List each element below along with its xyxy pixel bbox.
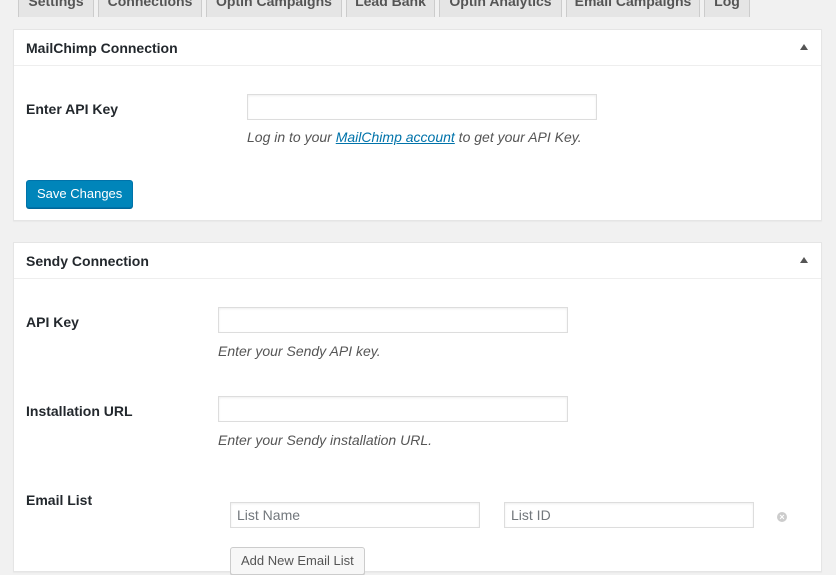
mailchimp-api-key-input[interactable] (247, 94, 597, 120)
sendy-api-key-description: Enter your Sendy API key. (218, 343, 381, 359)
panel-title: Sendy Connection (26, 253, 149, 269)
api-key-label: Enter API Key (26, 101, 119, 117)
api-key-description: Log in to your MailChimp account to get … (247, 129, 582, 145)
installation-url-description: Enter your Sendy installation URL. (218, 432, 432, 448)
sendy-connection-panel: Sendy Connection API Key Enter your Send… (13, 242, 822, 575)
tab-optin-analytics[interactable]: Optin Analytics (439, 0, 562, 17)
mailchimp-account-link[interactable]: MailChimp account (336, 129, 455, 145)
installation-url-input[interactable] (218, 396, 568, 422)
remove-list-icon[interactable]: × (777, 512, 787, 522)
list-name-input[interactable] (230, 502, 480, 528)
panel-header[interactable]: MailChimp Connection (14, 30, 821, 66)
list-id-input[interactable] (504, 502, 754, 528)
collapse-arrow-icon[interactable] (800, 257, 808, 263)
panel-header[interactable]: Sendy Connection (14, 243, 821, 279)
mailchimp-connection-panel: MailChimp Connection Enter API Key Log i… (13, 29, 822, 221)
sendy-api-key-label: API Key (26, 314, 79, 330)
tab-email-campaigns[interactable]: Email Campaigns (566, 0, 700, 17)
tab-log[interactable]: Log (704, 0, 750, 17)
installation-url-label: Installation URL (26, 403, 133, 419)
add-new-email-list-button[interactable]: Add New Email List (230, 547, 365, 575)
tab-optin-campaigns[interactable]: Optin Campaigns (206, 0, 342, 17)
panel-title: MailChimp Connection (26, 40, 178, 56)
collapse-arrow-icon[interactable] (800, 44, 808, 50)
sendy-api-key-input[interactable] (218, 307, 568, 333)
email-list-label: Email List (26, 492, 93, 508)
tab-lead-bank[interactable]: Lead Bank (346, 0, 435, 17)
tab-settings[interactable]: Settings (18, 0, 94, 17)
tab-connections[interactable]: Connections (98, 0, 202, 17)
save-changes-button[interactable]: Save Changes (26, 180, 134, 208)
